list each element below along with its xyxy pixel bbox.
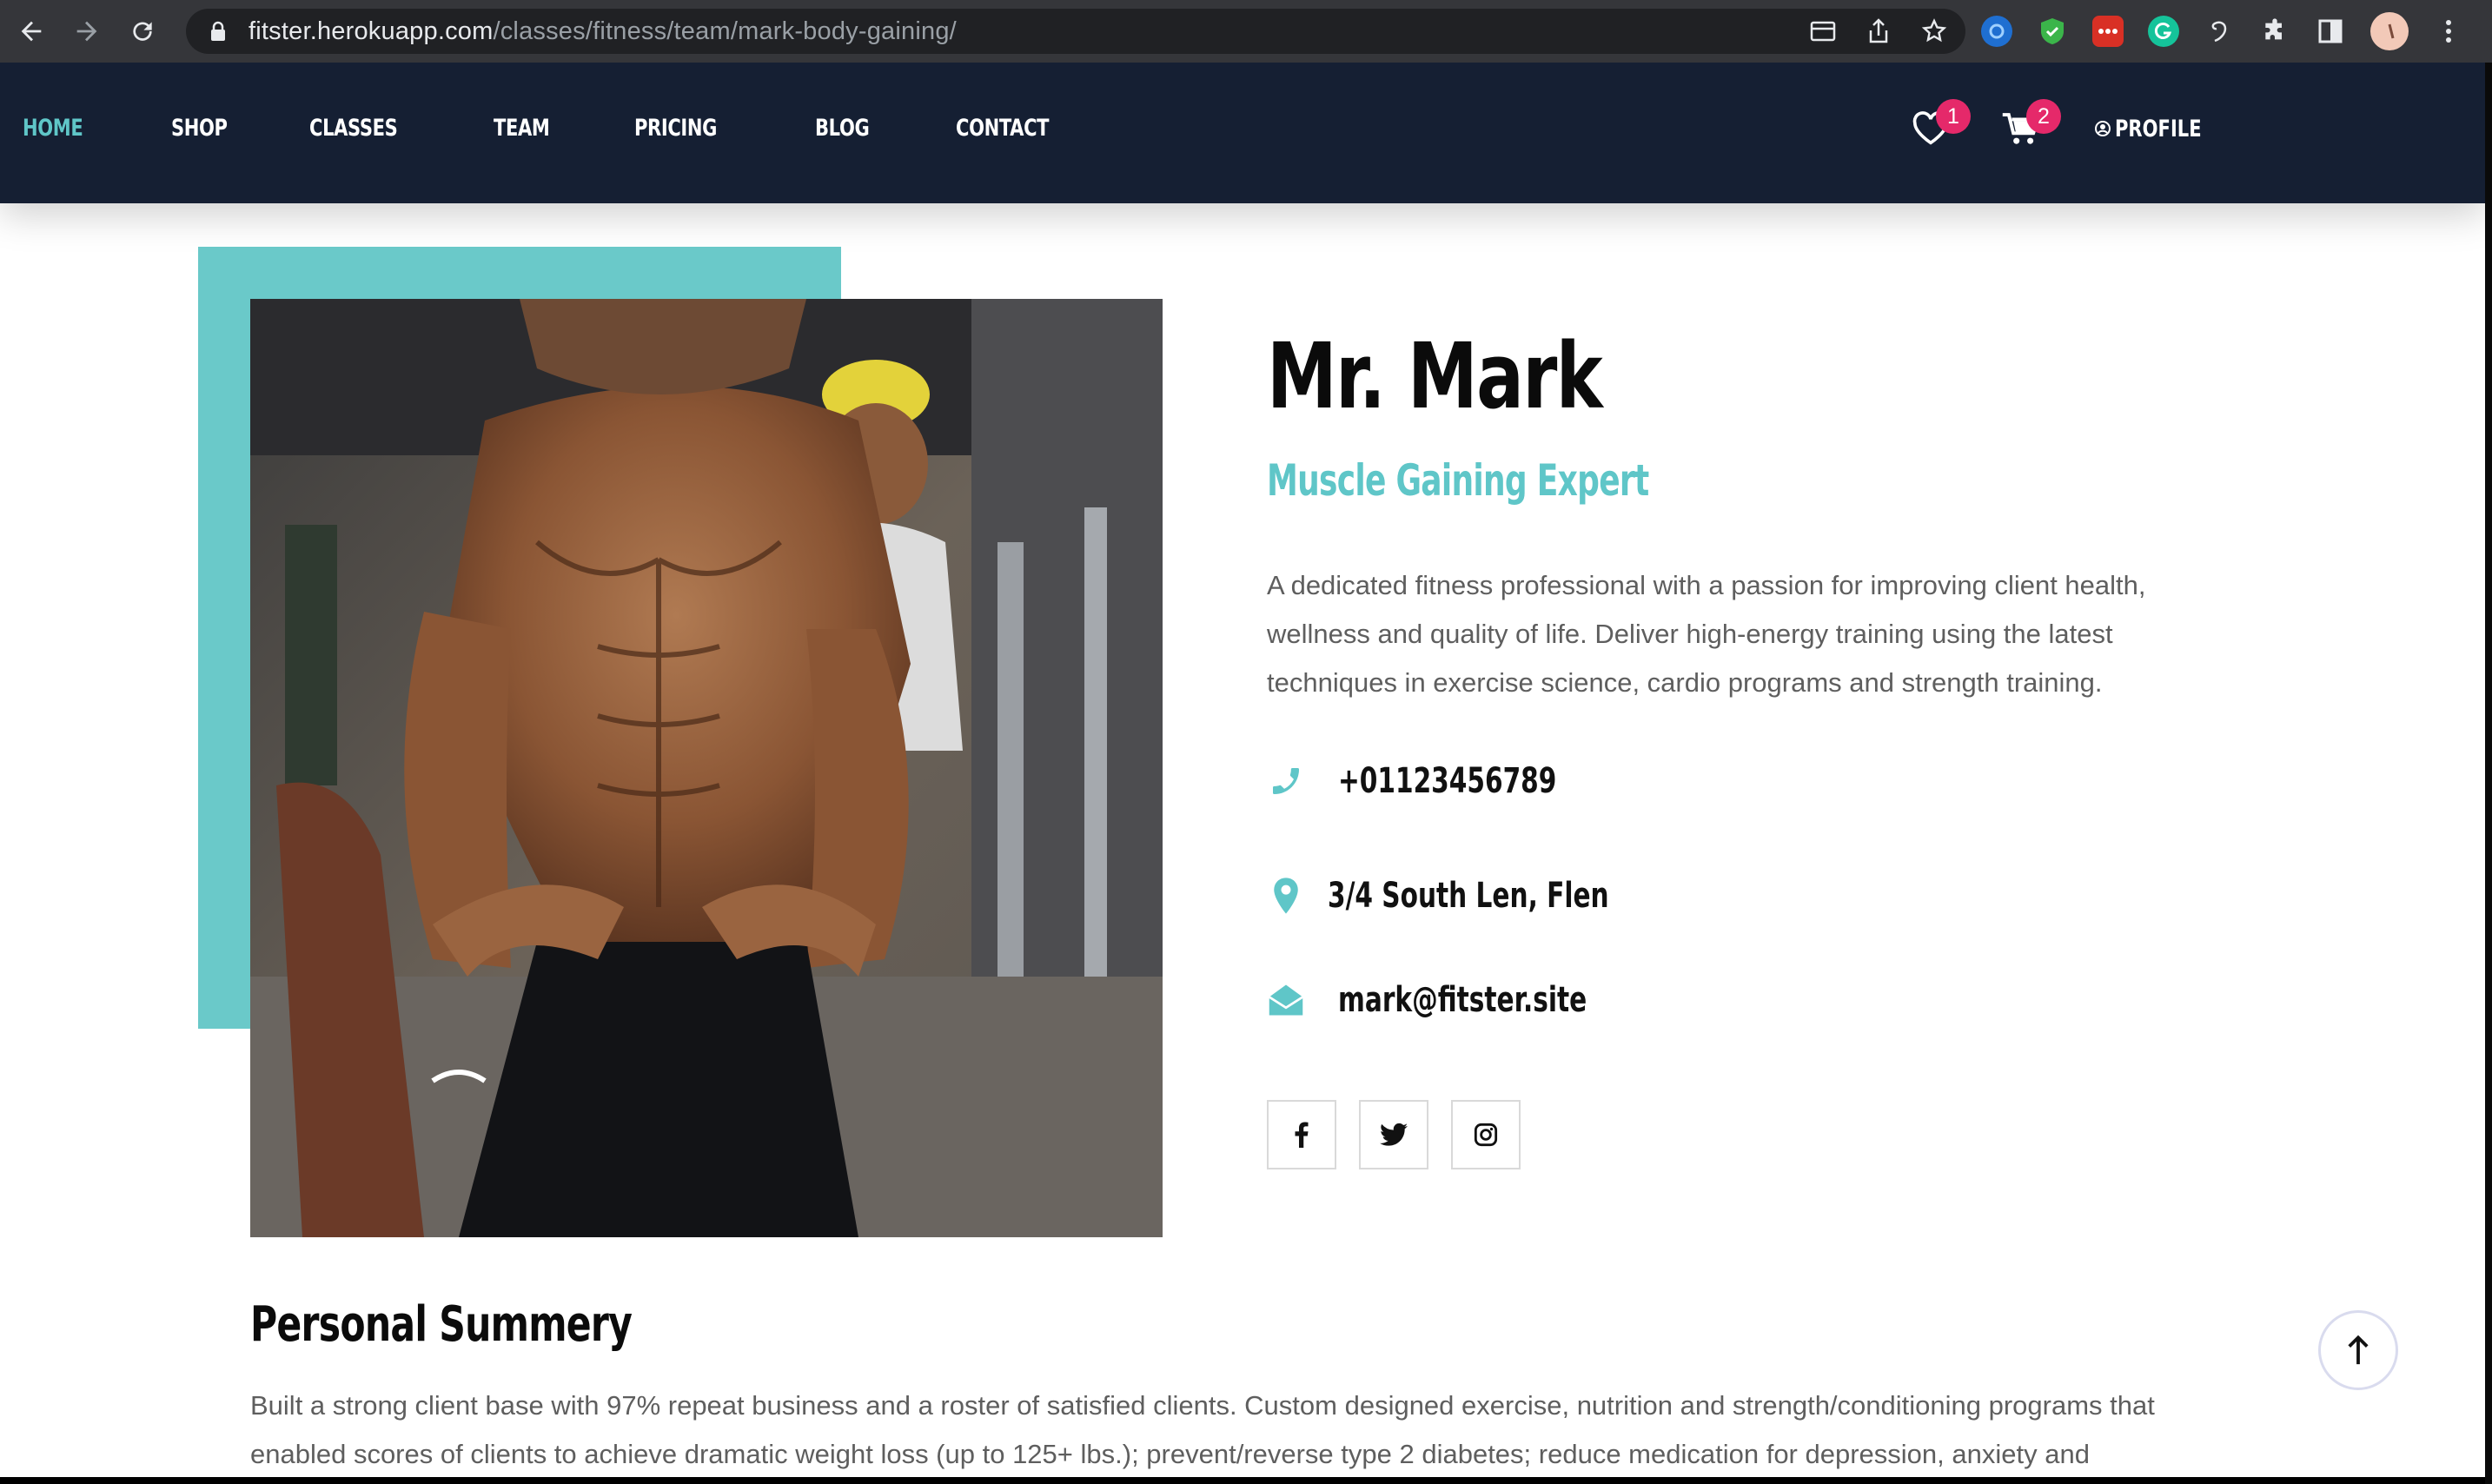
- location-pin-icon: [1267, 877, 1305, 915]
- main-menu: HOME SHOP CLASSES TEAM PRICING BLOG CONT…: [23, 115, 1075, 142]
- envelope-open-icon: [1267, 981, 1305, 1019]
- extensions-icon[interactable]: [2259, 16, 2290, 47]
- bookmark-star-icon[interactable]: [1919, 16, 1950, 47]
- profile-label: PROFILE: [2115, 115, 2202, 142]
- menu-item-pricing[interactable]: PRICING: [634, 115, 717, 142]
- scroll-to-top-button[interactable]: [2318, 1310, 2398, 1390]
- extension-blue-circle-icon[interactable]: [1981, 16, 2012, 47]
- url-path: /classes/fitness/team/mark-body-gaining/: [493, 17, 957, 45]
- instagram-button[interactable]: [1451, 1100, 1521, 1169]
- forward-icon[interactable]: [63, 7, 111, 56]
- address-text: 3/4 South Len, Flen: [1328, 876, 1609, 916]
- menu-item-contact[interactable]: CONTACT: [956, 115, 1050, 142]
- wishlist-count-badge: 1: [1936, 99, 1971, 134]
- extension-script-d-icon[interactable]: [2204, 16, 2235, 47]
- twitter-icon: [1380, 1123, 1408, 1146]
- grammarly-icon[interactable]: [2148, 16, 2179, 47]
- instagram-icon: [1474, 1123, 1498, 1147]
- extension-shield-icon[interactable]: [2037, 16, 2068, 47]
- browser-toolbar: fitster.herokuapp.com/classes/fitness/te…: [0, 0, 2492, 63]
- social-links: [1267, 1100, 1521, 1169]
- phone-number[interactable]: +01123456789: [1338, 761, 1556, 801]
- facebook-icon: [1295, 1122, 1309, 1148]
- url-text: fitster.herokuapp.com/classes/fitness/te…: [249, 17, 957, 46]
- profile-avatar-icon[interactable]: [2370, 12, 2409, 50]
- contact-address: 3/4 South Len, Flen: [1267, 876, 1707, 916]
- menu-item-team[interactable]: TEAM: [494, 115, 550, 142]
- side-panel-icon[interactable]: [2315, 16, 2346, 47]
- menu-item-shop[interactable]: SHOP: [171, 115, 228, 142]
- arrow-up-icon: [2348, 1335, 2369, 1365]
- menu-icon[interactable]: [2433, 16, 2464, 47]
- contact-phone: +01123456789: [1267, 761, 1634, 801]
- trainer-role: Muscle Gaining Expert: [1267, 455, 1649, 506]
- site-header: HOME SHOP CLASSES TEAM PRICING BLOG CONT…: [0, 63, 2485, 203]
- extension-red-dots-icon[interactable]: [2092, 16, 2124, 47]
- email-address[interactable]: mark@fitster.site: [1338, 980, 1587, 1020]
- tab-search-icon[interactable]: [1807, 16, 1839, 47]
- twitter-button[interactable]: [1359, 1100, 1428, 1169]
- trainer-photo: [250, 299, 1163, 1237]
- window-edge: [2485, 63, 2492, 1484]
- facebook-button[interactable]: [1267, 1100, 1336, 1169]
- trainer-name: Mr. Mark: [1267, 323, 1603, 429]
- web-page: HOME SHOP CLASSES TEAM PRICING BLOG CONT…: [0, 63, 2485, 1477]
- lock-icon: [205, 18, 231, 44]
- user-circle-icon: [2095, 121, 2111, 136]
- contact-email: mark@fitster.site: [1267, 980, 1674, 1020]
- url-host: fitster.herokuapp.com: [249, 17, 494, 45]
- profile-link[interactable]: PROFILE: [2094, 116, 2226, 142]
- cart-count-badge: 2: [2026, 99, 2061, 134]
- personal-summary-heading: Personal Summery: [250, 1296, 633, 1353]
- address-bar[interactable]: fitster.herokuapp.com/classes/fitness/te…: [186, 9, 1965, 54]
- share-icon[interactable]: [1863, 16, 1894, 47]
- trainer-bio: A dedicated fitness professional with a …: [1267, 570, 2146, 698]
- personal-summary-text: Built a strong client base with 97% repe…: [250, 1390, 2155, 1469]
- back-icon[interactable]: [7, 7, 56, 56]
- cart-button[interactable]: 2: [1998, 99, 2061, 151]
- menu-item-classes[interactable]: CLASSES: [309, 115, 398, 142]
- menu-item-blog[interactable]: BLOG: [815, 115, 870, 142]
- reload-icon[interactable]: [118, 7, 167, 56]
- phone-icon: [1267, 762, 1305, 800]
- wishlist-button[interactable]: 1: [1908, 99, 1971, 151]
- menu-item-home[interactable]: HOME: [23, 115, 83, 142]
